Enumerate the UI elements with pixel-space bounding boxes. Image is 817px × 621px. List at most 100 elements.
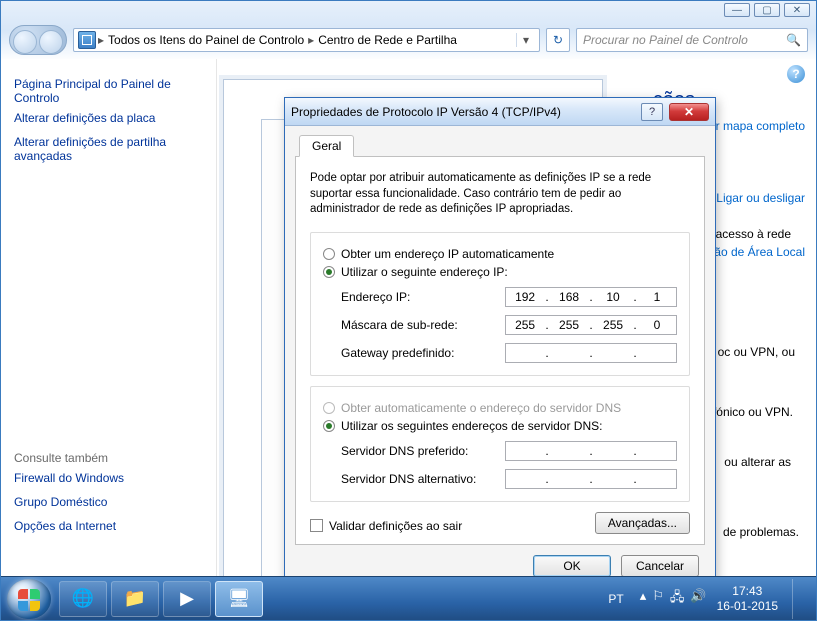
- search-placeholder: Procurar no Painel de Controlo: [583, 33, 748, 47]
- help-icon[interactable]: ?: [787, 65, 805, 83]
- field-subnet-mask: Máscara de sub-rede: 255. 255. 255. 0: [341, 315, 677, 335]
- breadcrumb-current[interactable]: Centro de Rede e Partilha: [314, 33, 461, 47]
- breadcrumb-dropdown-icon[interactable]: ▾: [516, 33, 535, 47]
- ip-address-input[interactable]: 192. 168. 10. 1: [505, 287, 677, 307]
- dialog-description: Pode optar por atribuir automaticamente …: [310, 171, 690, 218]
- link-connect-disconnect[interactable]: Ligar ou desligar: [716, 191, 805, 205]
- field-ip-address: Endereço IP: 192. 168. 10. 1: [341, 287, 677, 307]
- subnet-mask-label: Máscara de sub-rede:: [341, 318, 505, 332]
- breadcrumb-root[interactable]: Todos os Itens do Painel de Controlo: [104, 33, 308, 47]
- minimize-button[interactable]: —: [724, 3, 750, 17]
- address-toolbar: ▸ Todos os Itens do Painel de Controlo ▸…: [1, 21, 816, 63]
- nav-back-forward[interactable]: [9, 25, 67, 55]
- sidebar-link-adapter[interactable]: Alterar definições da placa: [14, 111, 204, 125]
- ip-settings-group: Obter um endereço IP automaticamente Uti…: [310, 232, 690, 376]
- radio-label: Utilizar os seguintes endereços de servi…: [341, 419, 602, 433]
- taskbar-clock[interactable]: 17:43 16-01-2015: [717, 584, 778, 613]
- control-panel-icon: [78, 31, 96, 49]
- breadcrumb-bar[interactable]: ▸ Todos os Itens do Painel de Controlo ▸…: [73, 28, 540, 52]
- ip-octet[interactable]: 255: [550, 318, 588, 332]
- dns-settings-group: Obter automaticamente o endereço do serv…: [310, 386, 690, 502]
- link-local-area[interactable]: ão de Área Local: [714, 245, 805, 259]
- sidebar-title[interactable]: Página Principal do Painel de Controlo: [14, 77, 204, 105]
- dns-alternate-input[interactable]: . . .: [505, 469, 677, 489]
- taskbar-explorer-icon[interactable]: 📁: [111, 581, 159, 617]
- see-also-heading: Consulte também: [14, 451, 204, 465]
- radio-icon: [323, 266, 335, 278]
- system-tray: PT ▴ ⚐ 🖧 🔊 17:43 16-01-2015: [602, 579, 810, 619]
- clock-date: 16-01-2015: [717, 599, 778, 613]
- start-button[interactable]: [7, 579, 51, 619]
- tab-general[interactable]: Geral: [299, 135, 354, 157]
- ip-octet[interactable]: 255: [594, 318, 632, 332]
- dialog-tabs: Geral: [295, 134, 705, 157]
- tray-chevron-icon[interactable]: ▴: [640, 588, 647, 610]
- ip-octet[interactable]: 0: [638, 318, 676, 332]
- advanced-button[interactable]: Avançadas...: [595, 512, 690, 534]
- text-fragment: ou alterar as: [724, 455, 791, 469]
- dialog-titlebar[interactable]: Propriedades de Protocolo IP Versão 4 (T…: [285, 98, 715, 126]
- see-also-homegroup[interactable]: Grupo Doméstico: [14, 495, 204, 509]
- maximize-button[interactable]: ▢: [754, 3, 780, 17]
- language-indicator[interactable]: PT: [602, 590, 629, 608]
- ip-octet[interactable]: 10: [594, 290, 632, 304]
- sidebar-link-sharing[interactable]: Alterar definições de partilha avançadas: [14, 135, 204, 163]
- dns-preferred-input[interactable]: . . .: [505, 441, 677, 461]
- field-default-gateway: Gateway predefinido: . . .: [341, 343, 677, 363]
- cancel-button[interactable]: Cancelar: [621, 555, 699, 577]
- close-button[interactable]: ✕: [784, 3, 810, 17]
- checkbox-label: Validar definições ao sair: [329, 519, 462, 533]
- validate-and-advanced-row: Validar definições ao sair Avançadas...: [310, 512, 690, 534]
- ip-octet[interactable]: 168: [550, 290, 588, 304]
- ok-button[interactable]: OK: [533, 555, 611, 577]
- window-titlebar: — ▢ ✕: [1, 1, 816, 21]
- dialog-button-row: OK Cancelar: [295, 545, 705, 577]
- ip-address-label: Endereço IP:: [341, 290, 505, 304]
- search-icon[interactable]: 🔍: [786, 33, 801, 47]
- checkbox-icon: [310, 519, 323, 532]
- clock-time: 17:43: [717, 584, 778, 598]
- radio-icon: [323, 402, 335, 414]
- see-also-firewall[interactable]: Firewall do Windows: [14, 471, 204, 485]
- subnet-mask-input[interactable]: 255. 255. 255. 0: [505, 315, 677, 335]
- tray-flag-icon[interactable]: ⚐: [652, 588, 664, 610]
- refresh-button[interactable]: ↻: [546, 28, 570, 52]
- see-also-internet-options[interactable]: Opções da Internet: [14, 519, 204, 533]
- taskbar-ie-icon[interactable]: 🌐: [59, 581, 107, 617]
- text-fragment: oc ou VPN, ou: [718, 345, 795, 359]
- radio-icon: [323, 248, 335, 260]
- radio-dns-auto: Obter automaticamente o endereço do serv…: [323, 401, 677, 415]
- gateway-label: Gateway predefinido:: [341, 346, 505, 360]
- link-view-full-map[interactable]: Ver mapa completo: [702, 119, 805, 133]
- text-fragment: fónico ou VPN.: [713, 405, 793, 419]
- ip-octet[interactable]: 192: [506, 290, 544, 304]
- search-input[interactable]: Procurar no Painel de Controlo 🔍: [576, 28, 808, 52]
- field-dns-preferred: Servidor DNS preferido: . . .: [341, 441, 677, 461]
- field-dns-alternate: Servidor DNS alternativo: . . .: [341, 469, 677, 489]
- tab-panel-general: Pode optar por atribuir automaticamente …: [295, 157, 705, 545]
- tray-icons[interactable]: ▴ ⚐ 🖧 🔊: [640, 588, 707, 610]
- ip-octet[interactable]: 1: [638, 290, 676, 304]
- dialog-help-button[interactable]: ?: [641, 103, 663, 121]
- dialog-body: Geral Pode optar por atribuir automatica…: [285, 126, 715, 589]
- gateway-input[interactable]: . . .: [505, 343, 677, 363]
- tray-volume-icon[interactable]: 🔊: [690, 588, 706, 610]
- window-body: Página Principal do Painel de Controlo A…: [2, 59, 815, 576]
- dialog-close-button[interactable]: ✕: [669, 103, 709, 121]
- radio-ip-manual[interactable]: Utilizar o seguinte endereço IP:: [323, 265, 677, 279]
- radio-ip-auto[interactable]: Obter um endereço IP automaticamente: [323, 247, 677, 261]
- radio-dns-manual[interactable]: Utilizar os seguintes endereços de servi…: [323, 419, 677, 433]
- ip-octet[interactable]: 255: [506, 318, 544, 332]
- radio-label: Obter automaticamente o endereço do serv…: [341, 401, 621, 415]
- dns-preferred-label: Servidor DNS preferido:: [341, 444, 505, 458]
- taskbar: 🌐 📁 ▶ 🖥 PT ▴ ⚐ 🖧 🔊 17:43 16-01-2015: [1, 576, 816, 620]
- taskbar-media-icon[interactable]: ▶: [163, 581, 211, 617]
- tray-network-icon[interactable]: 🖧: [670, 588, 685, 610]
- show-desktop-button[interactable]: [792, 579, 804, 619]
- taskbar-app-icon[interactable]: 🖥: [215, 581, 263, 617]
- checkbox-validate-on-exit[interactable]: Validar definições ao sair: [310, 518, 462, 534]
- radio-label: Utilizar o seguinte endereço IP:: [341, 265, 508, 279]
- text-fragment: de problemas.: [723, 525, 799, 539]
- radio-icon: [323, 420, 335, 432]
- radio-label: Obter um endereço IP automaticamente: [341, 247, 554, 261]
